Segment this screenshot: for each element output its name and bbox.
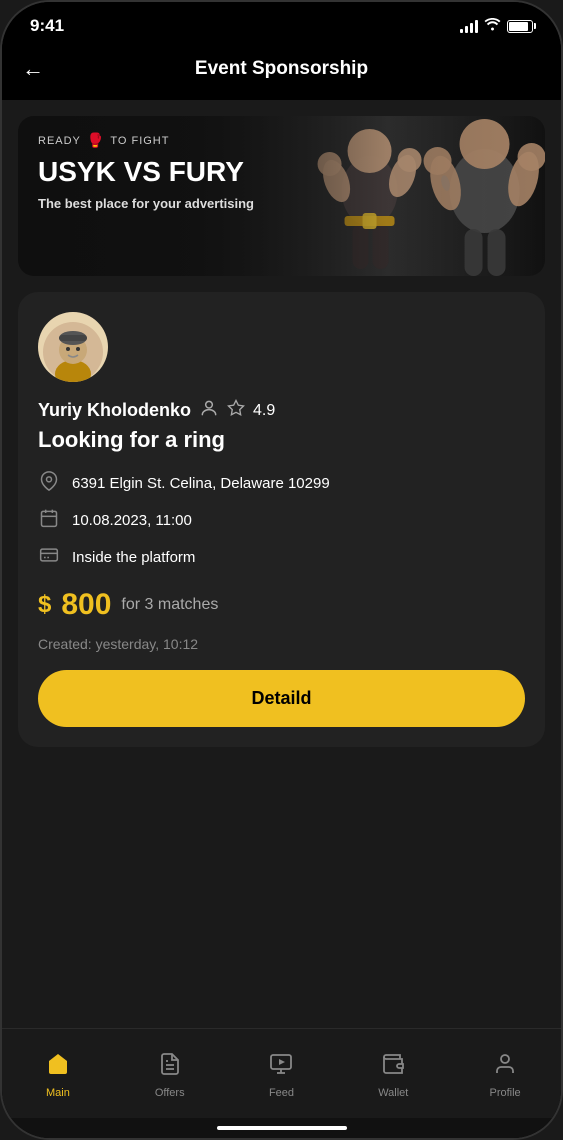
offers-icon <box>158 1052 182 1082</box>
calendar-icon <box>38 508 60 533</box>
scroll-content: READY 🥊 TO FIGHT USYK VS FURY The best p… <box>2 100 561 1028</box>
home-icon <box>46 1052 70 1082</box>
nav-item-profile[interactable]: Profile <box>449 1052 561 1099</box>
nav-label-wallet: Wallet <box>378 1087 408 1099</box>
nav-item-wallet[interactable]: Wallet <box>337 1052 449 1099</box>
price-dollar-icon: $ <box>38 591 51 619</box>
banner-to-fight-text: TO FIGHT <box>110 135 169 147</box>
verified-icon <box>199 398 219 423</box>
wallet-icon <box>381 1052 405 1082</box>
home-indicator <box>217 1126 347 1130</box>
nav-label-offers: Offers <box>155 1087 185 1099</box>
status-time: 9:41 <box>30 16 64 36</box>
location-text: 6391 Elgin St. Celina, Delaware 10299 <box>72 475 330 492</box>
banner-tag: READY 🥊 TO FIGHT <box>38 132 525 149</box>
user-row <box>38 312 525 382</box>
back-button[interactable]: ← <box>22 52 52 86</box>
nav-item-offers[interactable]: Offers <box>114 1052 226 1099</box>
payment-text: Inside the platform <box>72 549 195 566</box>
user-name-row: Yuriy Kholodenko 4.9 <box>38 398 525 423</box>
rating-value: 4.9 <box>253 402 275 420</box>
battery-icon <box>507 20 533 33</box>
listing-title: Looking for a ring <box>38 427 525 453</box>
nav-item-main[interactable]: Main <box>2 1052 114 1099</box>
signal-icon <box>460 19 478 33</box>
location-row: 6391 Elgin St. Celina, Delaware 10299 <box>38 471 525 496</box>
location-icon <box>38 471 60 496</box>
payment-icon <box>38 545 60 570</box>
star-icon <box>227 399 245 422</box>
detail-button[interactable]: Detaild <box>38 670 525 727</box>
banner-title: USYK VS FURY <box>38 157 525 188</box>
price-suffix: for 3 matches <box>121 596 218 614</box>
datetime-row: 10.08.2023, 11:00 <box>38 508 525 533</box>
banner-fight-icon: 🥊 <box>87 132 104 149</box>
created-text: Created: yesterday, 10:12 <box>38 636 525 652</box>
nav-label-profile: Profile <box>489 1087 520 1099</box>
banner-ready-text: READY <box>38 135 81 147</box>
payment-row: Inside the platform <box>38 545 525 570</box>
user-meta: Yuriy Kholodenko 4.9 <box>38 398 525 423</box>
bottom-nav: Main Offers <box>2 1028 561 1118</box>
price-row: $ 800 for 3 matches <box>38 588 525 622</box>
nav-label-feed: Feed <box>269 1087 294 1099</box>
page-title: Event Sponsorship <box>52 58 511 80</box>
price-amount: 800 <box>61 588 111 622</box>
status-icons <box>460 18 533 35</box>
header: ← Event Sponsorship <box>2 42 561 100</box>
feed-icon <box>269 1052 293 1082</box>
datetime-text: 10.08.2023, 11:00 <box>72 512 192 529</box>
event-banner: READY 🥊 TO FIGHT USYK VS FURY The best p… <box>18 116 545 276</box>
nav-label-main: Main <box>46 1087 70 1099</box>
profile-icon <box>493 1052 517 1082</box>
listing-card: Yuriy Kholodenko 4.9 <box>18 292 545 747</box>
nav-item-feed[interactable]: Feed <box>226 1052 338 1099</box>
user-name: Yuriy Kholodenko <box>38 400 191 421</box>
avatar <box>38 312 108 382</box>
wifi-icon <box>484 18 501 35</box>
banner-subtitle: The best place for your advertising <box>38 196 525 211</box>
